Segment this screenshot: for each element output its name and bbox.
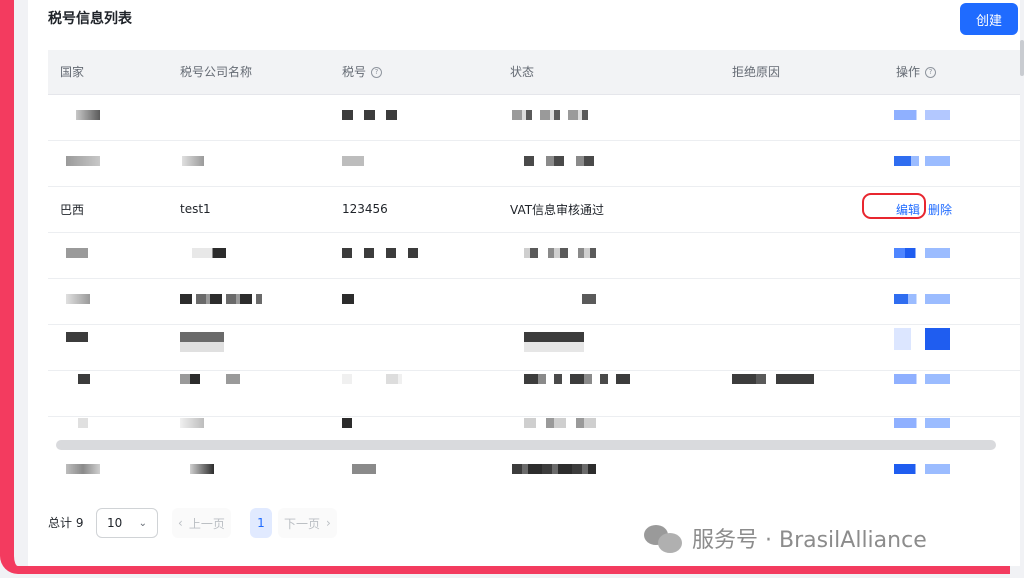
blurred-text [342, 374, 402, 384]
table-row [48, 232, 1020, 279]
column-header-actions: 操作? [896, 50, 937, 94]
current-page-button[interactable]: 1 [250, 508, 272, 538]
blurred-actions[interactable] [894, 328, 950, 350]
chevron-down-icon: ⌄ [138, 517, 147, 529]
table-row [48, 324, 1020, 371]
column-header-status: 状态 [510, 65, 535, 79]
cell-tax-id: 123456 [342, 202, 388, 216]
blurred-text [512, 110, 596, 120]
prev-page-label: 上一页 [188, 516, 225, 531]
cell-status: VAT信息审核通过 [510, 202, 605, 217]
column-header-company: 税号公司名称 [180, 65, 253, 79]
blurred-text [524, 332, 584, 352]
blurred-text [192, 248, 226, 258]
cell-company: test1 [180, 202, 211, 216]
blurred-text [180, 374, 240, 384]
edit-highlight-box [862, 193, 926, 219]
cell-country: 巴西 [60, 202, 85, 217]
table-row [48, 400, 1020, 440]
blurred-text [524, 156, 596, 166]
horizontal-scrollbar[interactable] [56, 440, 996, 450]
blurred-text [66, 156, 100, 166]
blurred-actions[interactable] [894, 418, 950, 428]
next-page-label: 下一页 [284, 516, 321, 531]
blurred-text [352, 464, 376, 474]
blurred-text [512, 464, 596, 474]
blurred-text [732, 374, 814, 384]
help-icon[interactable]: ? [925, 66, 937, 78]
blurred-text [582, 294, 596, 304]
chevron-left-icon: ‹ [178, 516, 183, 530]
table-row [48, 278, 1020, 325]
table-row [48, 94, 1020, 141]
blurred-text [190, 464, 214, 474]
blurred-text [66, 294, 90, 304]
blurred-text [524, 248, 596, 258]
wechat-icon [644, 523, 684, 553]
blurred-text [66, 332, 88, 342]
next-page-button[interactable]: 下一页 › [278, 508, 337, 538]
blurred-text [76, 110, 100, 120]
blurred-text [342, 294, 354, 304]
blurred-text [180, 332, 224, 352]
page-title: 税号信息列表 [48, 11, 132, 27]
table-row [48, 450, 1020, 496]
blurred-text [66, 464, 100, 474]
column-header-reject-reason: 拒绝原因 [732, 65, 781, 79]
blurred-text [66, 248, 88, 258]
blurred-text [342, 156, 364, 166]
blurred-text [182, 156, 204, 166]
prev-page-button[interactable]: ‹ 上一页 [172, 508, 231, 538]
page-size-select[interactable]: 10 ⌄ [96, 508, 158, 538]
watermark-text: 服务号 · BrasilAlliance [692, 528, 927, 553]
chevron-right-icon: › [326, 516, 331, 530]
blurred-text [78, 418, 88, 428]
delete-link[interactable]: 删除 [928, 201, 952, 218]
help-icon[interactable]: ? [371, 66, 383, 78]
blurred-text [342, 248, 422, 258]
blurred-actions[interactable] [894, 110, 950, 120]
blurred-actions[interactable] [894, 294, 950, 304]
page-size-value: 10 [107, 516, 123, 530]
blurred-text [342, 418, 352, 428]
blurred-text [180, 418, 204, 428]
vertical-scrollbar[interactable] [1020, 40, 1024, 76]
blurred-text [78, 374, 90, 384]
blurred-actions[interactable] [894, 248, 950, 258]
blurred-actions[interactable] [894, 156, 950, 166]
column-header-country: 国家 [60, 65, 85, 79]
blurred-actions[interactable] [894, 464, 950, 474]
blurred-text [524, 418, 596, 428]
column-header-tax-id: 税号? [342, 50, 383, 94]
table-header: 国家 税号公司名称 税号? 状态 拒绝原因 操作? [48, 50, 1020, 95]
pagination-total: 总计 9 [48, 516, 84, 530]
blurred-text [524, 374, 630, 384]
watermark: 服务号 · BrasilAlliance [644, 518, 927, 558]
blurred-text [342, 110, 402, 120]
blurred-actions[interactable] [894, 374, 950, 384]
create-button[interactable]: 创建 [960, 3, 1018, 35]
table-row [48, 140, 1020, 187]
blurred-text [180, 294, 262, 304]
